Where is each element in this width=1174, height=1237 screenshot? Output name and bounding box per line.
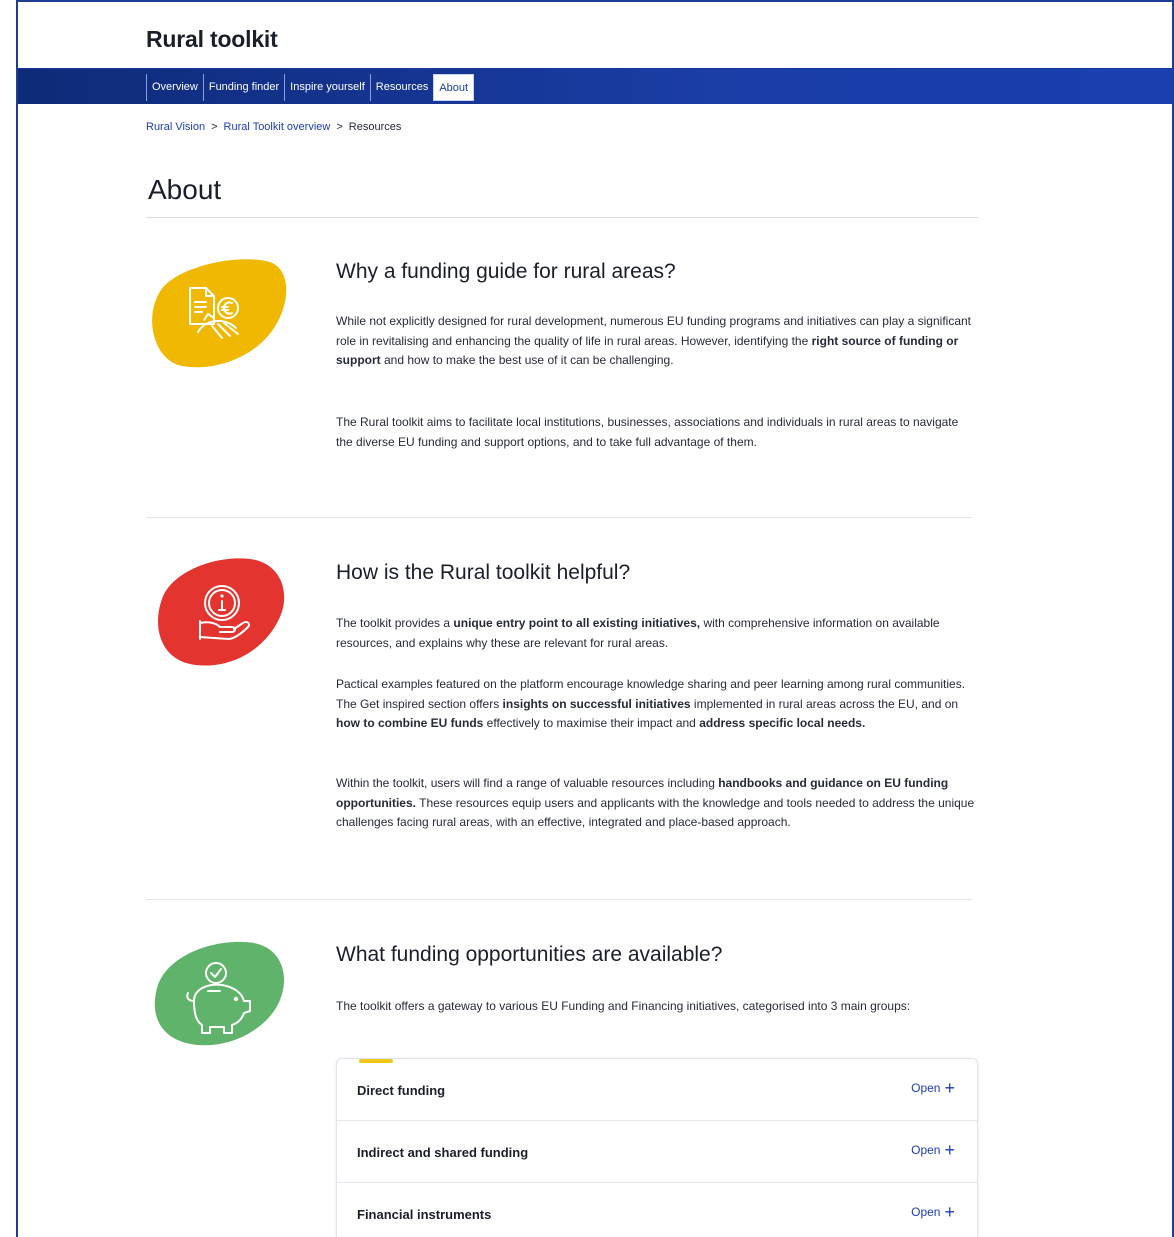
section-paragraph: Within the toolkit, users will find a ra… <box>336 776 975 829</box>
accordion-open-label: Open <box>911 1205 941 1219</box>
breadcrumb-link-rural-vision[interactable]: Rural Vision <box>146 121 205 133</box>
piggy-bank-check-icon <box>146 939 288 1053</box>
plus-icon: + <box>944 1202 955 1222</box>
section-heading: What funding opportunities are available… <box>336 943 723 966</box>
breadcrumb-link-rural-toolkit-overview[interactable]: Rural Toolkit overview <box>224 121 331 133</box>
section-heading: Why a funding guide for rural areas? <box>336 260 676 283</box>
accordion-item-label: Financial instruments <box>357 1207 492 1222</box>
nav-item-resources[interactable]: Resources <box>369 74 434 101</box>
section-paragraph: The toolkit offers a gateway to various … <box>336 999 911 1013</box>
section-funding-opportunities: What funding opportunities are available… <box>146 939 978 1059</box>
section-why-funding-guide: Why a funding guide for rural areas? Whi… <box>146 256 978 496</box>
section-paragraph: While not explicitly designed for rural … <box>336 314 971 367</box>
nav-item-inspire-yourself[interactable]: Inspire yourself <box>284 74 370 101</box>
breadcrumb: Rural Vision > Rural Toolkit overview > … <box>146 121 401 133</box>
section-heading: How is the Rural toolkit helpful? <box>336 561 631 584</box>
accordion-item-financial-instruments[interactable]: Financial instruments Open + <box>337 1183 977 1237</box>
plus-icon: + <box>944 1078 955 1098</box>
accordion-open-label: Open <box>911 1081 941 1095</box>
nav-item-funding-finder[interactable]: Funding finder <box>202 74 284 101</box>
site-header: Rural toolkit <box>18 2 1172 68</box>
nav-item-about[interactable]: About <box>433 74 475 101</box>
breadcrumb-separator: > <box>336 121 343 133</box>
breadcrumb-current: Resources <box>348 121 402 133</box>
accordion-open-button[interactable]: Open + <box>911 1140 955 1160</box>
accordion-open-button[interactable]: Open + <box>911 1078 955 1098</box>
hand-info-coin-icon <box>146 557 288 671</box>
accordion-item-indirect-shared-funding[interactable]: Indirect and shared funding Open + <box>337 1121 977 1183</box>
section-how-toolkit-helpful: How is the Rural toolkit helpful? The to… <box>146 557 978 877</box>
accordion-item-label: Indirect and shared funding <box>357 1145 529 1160</box>
page-frame: Rural toolkit Overview Funding finder In… <box>16 0 1174 1237</box>
section-paragraph: The Rural toolkit aims to facilitate loc… <box>336 415 959 449</box>
divider <box>146 217 978 218</box>
section-paragraph: The toolkit provides a unique entry poin… <box>336 616 940 650</box>
plus-icon: + <box>944 1140 955 1160</box>
page-title: About <box>148 174 222 205</box>
breadcrumb-separator: > <box>211 121 218 133</box>
accordion-open-button[interactable]: Open + <box>911 1202 955 1222</box>
document-euro-field-icon <box>146 256 288 370</box>
section-paragraph: Pactical examples featured on the platfo… <box>336 677 966 730</box>
accordion-open-label: Open <box>911 1143 941 1157</box>
divider <box>146 517 972 518</box>
funding-accordion: Direct funding Open + Indirect and share… <box>336 1058 978 1237</box>
site-title[interactable]: Rural toolkit <box>146 26 278 53</box>
main-navigation-bar: Overview Funding finder Inspire yourself… <box>18 68 1172 104</box>
accordion-item-label: Direct funding <box>357 1083 446 1098</box>
nav-item-overview[interactable]: Overview <box>146 74 203 101</box>
main-navigation: Overview Funding finder Inspire yourself… <box>146 74 475 101</box>
divider <box>146 899 972 900</box>
accordion-item-direct-funding[interactable]: Direct funding Open + <box>337 1059 977 1121</box>
